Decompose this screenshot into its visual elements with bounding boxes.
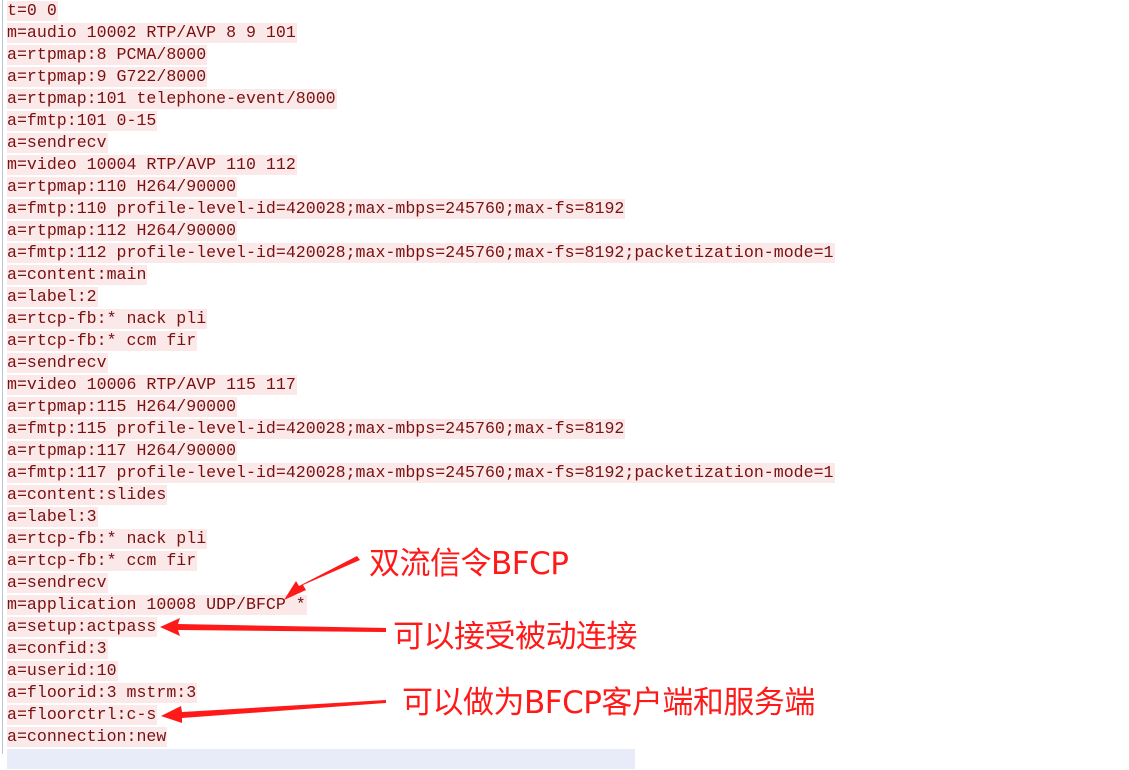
sdp-line: m=video 10004 RTP/AVP 110 112 xyxy=(7,154,835,176)
sdp-line-text: m=video 10004 RTP/AVP 110 112 xyxy=(7,155,297,175)
sdp-line: a=fmtp:117 profile-level-id=420028;max-m… xyxy=(7,462,835,484)
sdp-line-text: a=rtpmap:117 H264/90000 xyxy=(7,441,238,461)
sdp-line: a=content:main xyxy=(7,264,835,286)
sdp-line: a=rtpmap:9 G722/8000 xyxy=(7,66,835,88)
sdp-line-text: a=floorid:3 mstrm:3 xyxy=(7,683,198,703)
sdp-line: a=rtpmap:117 H264/90000 xyxy=(7,440,835,462)
sdp-line: a=rtpmap:8 PCMA/8000 xyxy=(7,44,835,66)
sdp-line: a=sendrecv xyxy=(7,352,835,374)
sdp-line-text: a=floorctrl:c-s xyxy=(7,705,158,725)
sdp-line: a=rtpmap:112 H264/90000 xyxy=(7,220,835,242)
sdp-line-text: a=confid:3 xyxy=(7,639,108,659)
sdp-line-text: a=fmtp:110 profile-level-id=420028;max-m… xyxy=(7,199,626,219)
sdp-line-text: a=fmtp:117 profile-level-id=420028;max-m… xyxy=(7,463,835,483)
sdp-line-text: a=rtcp-fb:* ccm fir xyxy=(7,331,198,351)
sdp-line: a=rtcp-fb:* nack pli xyxy=(7,308,835,330)
sdp-line: t=0 0 xyxy=(7,0,835,22)
sdp-line: a=fmtp:110 profile-level-id=420028;max-m… xyxy=(7,198,835,220)
sdp-line: m=audio 10002 RTP/AVP 8 9 101 xyxy=(7,22,835,44)
sdp-line-text: m=audio 10002 RTP/AVP 8 9 101 xyxy=(7,23,297,43)
sdp-line: a=fmtp:115 profile-level-id=420028;max-m… xyxy=(7,418,835,440)
sdp-line-text: t=0 0 xyxy=(7,1,58,21)
sdp-line-text: a=fmtp:112 profile-level-id=420028;max-m… xyxy=(7,243,835,263)
sdp-line-text: a=sendrecv xyxy=(7,133,108,153)
sdp-line-text: a=sendrecv xyxy=(7,573,108,593)
sdp-line: a=rtpmap:110 H264/90000 xyxy=(7,176,835,198)
sdp-line: a=fmtp:112 profile-level-id=420028;max-m… xyxy=(7,242,835,264)
sdp-line-text: a=content:main xyxy=(7,265,148,285)
sdp-line-partial-cutoff xyxy=(7,748,835,770)
sdp-line: m=video 10006 RTP/AVP 115 117 xyxy=(7,374,835,396)
left-margin-rule xyxy=(2,0,3,754)
sdp-line-text: a=rtpmap:110 H264/90000 xyxy=(7,177,238,197)
sdp-line-text: a=rtcp-fb:* nack pli xyxy=(7,309,208,329)
sdp-line-text: m=application 10008 UDP/BFCP * xyxy=(7,595,307,615)
sdp-line-text: a=rtpmap:8 PCMA/8000 xyxy=(7,45,208,65)
annotation-bfcp-signaling: 双流信令BFCP xyxy=(369,546,569,582)
sdp-line-text: a=fmtp:101 0-15 xyxy=(7,111,158,131)
sdp-line: a=rtpmap:101 telephone-event/8000 xyxy=(7,88,835,110)
sdp-line-text: a=fmtp:115 profile-level-id=420028;max-m… xyxy=(7,419,626,439)
sdp-line-text: a=setup:actpass xyxy=(7,617,158,637)
sdp-text-viewer: t=0 0 m=audio 10002 RTP/AVP 8 9 101 a=rtpm… xyxy=(0,0,1129,769)
sdp-line: a=label:3 xyxy=(7,506,835,528)
sdp-line-text: m=video 10006 RTP/AVP 115 117 xyxy=(7,375,297,395)
annotation-accept-passive-connection: 可以接受被动连接 xyxy=(393,619,638,655)
sdp-line-text: a=userid:10 xyxy=(7,661,118,681)
sdp-line-text xyxy=(7,749,636,769)
sdp-line: a=label:2 xyxy=(7,286,835,308)
sdp-line-text: a=rtpmap:9 G722/8000 xyxy=(7,67,208,87)
sdp-line-text: a=label:2 xyxy=(7,287,98,307)
sdp-line-text: a=content:slides xyxy=(7,485,168,505)
sdp-line-text: a=rtcp-fb:* nack pli xyxy=(7,529,208,549)
sdp-line-text: a=rtcp-fb:* ccm fir xyxy=(7,551,198,571)
sdp-line-text: a=sendrecv xyxy=(7,353,108,373)
sdp-line: a=sendrecv xyxy=(7,132,835,154)
sdp-line-text: a=label:3 xyxy=(7,507,98,527)
annotation-client-and-server: 可以做为BFCP客户端和服务端 xyxy=(402,685,815,721)
sdp-line: a=content:slides xyxy=(7,484,835,506)
sdp-line-text: a=rtpmap:115 H264/90000 xyxy=(7,397,238,417)
sdp-line: a=fmtp:101 0-15 xyxy=(7,110,835,132)
sdp-line: a=rtpmap:115 H264/90000 xyxy=(7,396,835,418)
sdp-line-text: a=connection:new xyxy=(7,727,168,747)
sdp-line-text: a=rtpmap:112 H264/90000 xyxy=(7,221,238,241)
sdp-line: a=rtcp-fb:* ccm fir xyxy=(7,330,835,352)
sdp-line-text: a=rtpmap:101 telephone-event/8000 xyxy=(7,89,337,109)
sdp-line: a=connection:new xyxy=(7,726,835,748)
